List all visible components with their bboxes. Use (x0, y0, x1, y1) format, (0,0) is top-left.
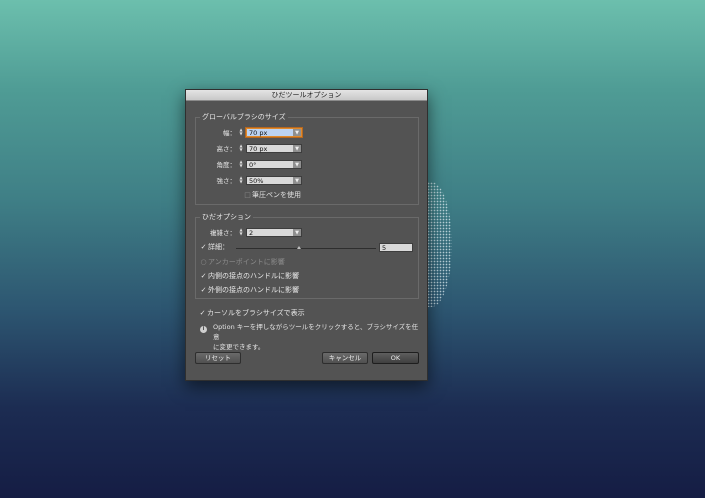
dialog-title: ひだツールオプション (186, 90, 427, 101)
pressure-pen-checkbox[interactable]: □ 筆圧ペンを使用 (244, 190, 301, 200)
width-label: 幅： (223, 129, 236, 137)
height-combo[interactable]: 70 px ▼ (246, 143, 302, 153)
intensity-field[interactable]: 50% (247, 176, 293, 185)
in-tangent-label: 内側の接点のハンドルに影響 (208, 272, 299, 280)
checkbox-empty-icon: ○ (200, 258, 207, 266)
show-brush-size-label: カーソルをブラシサイズで表示 (207, 309, 305, 317)
info-text: Option キーを押しながらツールをクリックすると、ブラシサイズを任意 に変更… (213, 322, 423, 352)
angle-field[interactable]: 0° (247, 160, 293, 169)
chevron-down-icon[interactable]: ▼ (293, 128, 301, 136)
checkmark-icon: ✓ (200, 272, 207, 280)
height-spinner[interactable]: ▲ ▼ (238, 144, 244, 153)
height-row: 高さ： ▲ ▼ 70 px ▼ (206, 143, 302, 153)
chevron-down-icon[interactable]: ▼ (293, 176, 301, 184)
info-line-2: に変更できます。 (213, 343, 265, 351)
spinner-down-icon: ▼ (239, 163, 243, 168)
spinner-down-icon: ▼ (239, 179, 243, 184)
checkmark-icon: ✓ (199, 309, 206, 317)
out-tangent-label: 外側の接点のハンドルに影響 (208, 286, 299, 294)
chevron-down-icon[interactable]: ▼ (293, 160, 301, 168)
detail-slider-thumb[interactable] (297, 246, 301, 249)
chevron-down-icon[interactable]: ▼ (293, 228, 301, 236)
complexity-combo[interactable]: 2 ▼ (246, 227, 302, 237)
ok-button[interactable]: OK (372, 352, 419, 364)
in-tangent-checkbox[interactable]: ✓ 内側の接点のハンドルに影響 (200, 271, 299, 281)
detail-checkbox[interactable]: ✓ 詳細： (200, 242, 229, 252)
intensity-label: 強さ： (216, 177, 237, 185)
intensity-combo[interactable]: 50% ▼ (246, 175, 302, 185)
global-brush-size-group: グローバルブラシのサイズ 幅： ▲ ▼ 70 px ▼ 高さ： ▲ ▼ 70 px … (195, 112, 419, 205)
complexity-row: 複雑さ： ▲ ▼ 2 ▼ (206, 227, 302, 237)
detail-label: 詳細： (208, 243, 229, 251)
chevron-down-icon[interactable]: ▼ (293, 144, 301, 152)
intensity-row: 強さ： ▲ ▼ 50% ▼ (206, 175, 302, 185)
width-row: 幅： ▲ ▼ 70 px ▼ (206, 127, 302, 137)
checkbox-empty-icon: □ (244, 191, 251, 199)
width-spinner[interactable]: ▲ ▼ (238, 128, 244, 137)
crinkle-tool-options-dialog: ひだツールオプション グローバルブラシのサイズ 幅： ▲ ▼ 70 px ▼ 高さ… (185, 89, 428, 381)
angle-combo[interactable]: 0° ▼ (246, 159, 302, 169)
angle-label: 角度： (216, 161, 237, 169)
checkmark-icon: ✓ (200, 286, 207, 294)
cancel-button[interactable]: キャンセル (322, 352, 368, 364)
spinner-down-icon: ▼ (239, 231, 243, 236)
checkmark-icon: ✓ (200, 243, 207, 251)
width-field[interactable]: 70 px (247, 128, 293, 137)
intensity-spinner[interactable]: ▲ ▼ (238, 176, 244, 185)
complexity-spinner[interactable]: ▲ ▼ (238, 228, 244, 237)
crinkle-options-group: ひだオプション 複雑さ： ▲ ▼ 2 ▼ ✓ 詳細： 5 ○ アンカーポイントに影… (195, 212, 419, 299)
detail-value-field[interactable]: 5 (379, 243, 413, 252)
height-label: 高さ： (216, 145, 237, 153)
anchor-points-label: アンカーポイントに影響 (208, 258, 285, 266)
angle-row: 角度： ▲ ▼ 0° ▼ (206, 159, 302, 169)
height-field[interactable]: 70 px (247, 144, 293, 153)
width-combo[interactable]: 70 px ▼ (246, 127, 302, 137)
spinner-down-icon: ▼ (239, 147, 243, 152)
detail-slider-track[interactable] (236, 248, 376, 249)
pressure-pen-label: 筆圧ペンを使用 (252, 191, 301, 199)
info-icon: i (200, 326, 207, 333)
info-line-1: Option キーを押しながらツールをクリックすると、ブラシサイズを任意 (213, 323, 419, 341)
reset-button[interactable]: リセット (195, 352, 241, 364)
crinkle-options-legend: ひだオプション (200, 212, 253, 222)
show-brush-size-checkbox[interactable]: ✓ カーソルをブラシサイズで表示 (199, 308, 305, 318)
complexity-field[interactable]: 2 (247, 228, 293, 237)
out-tangent-checkbox[interactable]: ✓ 外側の接点のハンドルに影響 (200, 285, 299, 295)
anchor-points-checkbox[interactable]: ○ アンカーポイントに影響 (200, 257, 285, 267)
global-brush-size-legend: グローバルブラシのサイズ (200, 112, 288, 122)
spinner-down-icon: ▼ (239, 131, 243, 136)
complexity-label: 複雑さ： (210, 229, 236, 237)
angle-spinner[interactable]: ▲ ▼ (238, 160, 244, 169)
